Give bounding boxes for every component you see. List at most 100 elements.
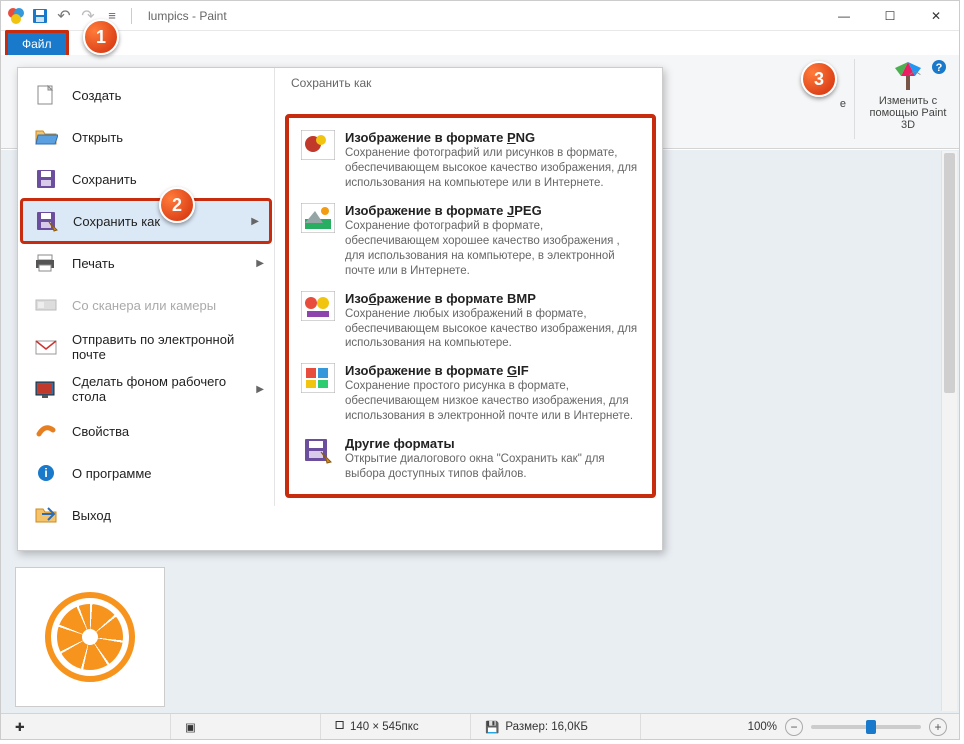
svg-text:?: ? xyxy=(936,62,943,74)
scrollbar-thumb[interactable] xyxy=(944,153,955,393)
submenu-arrow-icon: ▶ xyxy=(251,216,259,227)
filesize-text: Размер: 16,0КБ xyxy=(505,721,588,733)
menu-item-scanner: Со сканера или камеры xyxy=(18,284,274,326)
selection-icon: ▣ xyxy=(185,720,196,734)
collapse-ribbon-icon[interactable]: ︿ xyxy=(909,61,921,78)
menu-item-label: Свойства xyxy=(72,424,129,439)
menu-item-properties[interactable]: Свойства xyxy=(18,410,274,452)
menu-item-open[interactable]: Открыть xyxy=(18,116,274,158)
ribbon-partial-label: е xyxy=(840,98,846,110)
submenu-arrow-icon: ▶ xyxy=(256,384,264,395)
gif-icon xyxy=(301,363,335,393)
annotation-badge-3: 3 xyxy=(801,61,837,97)
menu-item-about[interactable]: i О программе xyxy=(18,452,274,494)
exit-icon xyxy=(32,503,60,527)
menu-item-wallpaper[interactable]: Сделать фоном рабочего стола ▶ xyxy=(18,368,274,410)
file-tab[interactable]: Файл xyxy=(5,30,69,55)
submenu-item-title: Изображение в формате GIF xyxy=(345,363,640,378)
menu-item-save-as[interactable]: Сохранить как ▶ xyxy=(22,200,270,242)
status-cursor-pos: ✚ xyxy=(1,714,171,739)
close-button[interactable]: ✕ xyxy=(913,1,959,31)
menu-item-label: Со сканера или камеры xyxy=(72,298,216,313)
help-icon[interactable]: ? xyxy=(931,59,947,80)
disk-icon: 💾 xyxy=(485,720,499,734)
scanner-icon xyxy=(32,293,60,317)
zoom-value: 100% xyxy=(748,721,777,733)
menu-item-label: Сохранить как xyxy=(73,214,160,229)
file-menu: Создать Открыть Сохранить Сохранить как … xyxy=(17,67,663,551)
submenu-item-jpeg[interactable]: Изображение в формате JPEG Сохранение фо… xyxy=(293,197,648,285)
paint3d-label-2: помощью Paint 3D xyxy=(863,107,953,131)
separator xyxy=(854,59,855,139)
cursor-icon: ✚ xyxy=(15,720,25,734)
zoom-slider[interactable] xyxy=(811,725,921,729)
separator xyxy=(131,8,132,24)
submenu-item-png[interactable]: Изображение в формате PNG Сохранение фот… xyxy=(293,124,648,197)
menu-item-print[interactable]: Печать ▶ xyxy=(18,242,274,284)
status-filesize: 💾 Размер: 16,0КБ xyxy=(471,714,641,739)
submenu-item-title: Изображение в формате JPEG xyxy=(345,203,640,218)
zoom-slider-knob[interactable] xyxy=(866,720,876,734)
wallpaper-icon xyxy=(32,377,60,401)
submenu-item-desc: Сохранение фотографий или рисунков в фор… xyxy=(345,146,640,191)
submenu-item-desc: Сохранение любых изображений в формате, … xyxy=(345,307,640,352)
status-bar: ✚ ▣ 🞐 140 × 545пкс 💾 Размер: 16,0КБ 100%… xyxy=(1,713,959,739)
submenu-title: Сохранить как xyxy=(285,72,656,94)
canvas-document[interactable] xyxy=(15,567,165,707)
paint-window: ↶ ↷ ≡ lumpics - Paint — ☐ ✕ Файл е Измен… xyxy=(0,0,960,740)
zoom-out-button[interactable]: − xyxy=(785,718,803,736)
menu-item-email[interactable]: Отправить по электронной почте xyxy=(18,326,274,368)
save-icon[interactable] xyxy=(31,7,49,25)
title-bar: ↶ ↷ ≡ lumpics - Paint — ☐ ✕ xyxy=(1,1,959,31)
status-selection: ▣ xyxy=(171,714,321,739)
menu-item-exit[interactable]: Выход xyxy=(18,494,274,536)
png-icon xyxy=(301,130,335,160)
menu-item-label: Открыть xyxy=(72,130,123,145)
menu-item-label: Печать xyxy=(72,256,115,271)
submenu-item-gif[interactable]: Изображение в формате GIF Сохранение про… xyxy=(293,357,648,430)
save-as-icon xyxy=(33,209,61,233)
menu-item-label: Сделать фоном рабочего стола xyxy=(72,374,260,404)
open-icon xyxy=(32,125,60,149)
save-icon xyxy=(32,167,60,191)
maximize-button[interactable]: ☐ xyxy=(867,1,913,31)
minimize-button[interactable]: — xyxy=(821,1,867,31)
annotation-badge-2: 2 xyxy=(159,187,195,223)
menu-item-label: Выход xyxy=(72,508,111,523)
other-formats-icon xyxy=(301,436,335,466)
submenu-item-other[interactable]: Другие форматы Открытие диалогового окна… xyxy=(293,430,648,488)
menu-item-label: О программе xyxy=(72,466,152,481)
ribbon-tabs: Файл xyxy=(1,31,959,55)
submenu-item-title: Изображение в формате PNG xyxy=(345,130,640,145)
properties-icon xyxy=(32,419,60,443)
orange-image xyxy=(45,592,135,682)
dimensions-icon: 🞐 xyxy=(335,720,344,733)
bmp-icon xyxy=(301,291,335,321)
status-dimensions: 🞐 140 × 545пкс xyxy=(321,714,471,739)
menu-item-label: Создать xyxy=(72,88,121,103)
jpeg-icon xyxy=(301,203,335,233)
submenu-item-title: Другие форматы xyxy=(345,436,640,451)
menu-item-save[interactable]: Сохранить xyxy=(18,158,274,200)
new-icon xyxy=(32,83,60,107)
zoom-in-button[interactable]: + xyxy=(929,718,947,736)
undo-icon[interactable]: ↶ xyxy=(55,7,73,25)
quick-access-toolbar: ↶ ↷ ≡ lumpics - Paint xyxy=(1,7,227,25)
submenu-item-bmp[interactable]: Изображение в формате BMP Сохранение люб… xyxy=(293,285,648,358)
menu-item-label: Сохранить xyxy=(72,172,137,187)
about-icon: i xyxy=(32,461,60,485)
submenu-arrow-icon: ▶ xyxy=(256,258,264,269)
app-icon xyxy=(7,7,25,25)
window-title: lumpics - Paint xyxy=(148,9,227,23)
submenu-item-desc: Открытие диалогового окна "Сохранить как… xyxy=(345,452,640,482)
ribbon-corner: ︿ ? xyxy=(909,59,947,80)
file-menu-right: Сохранить как Изображение в формате PNG … xyxy=(274,68,662,506)
annotation-badge-1: 1 xyxy=(83,19,119,55)
email-icon xyxy=(32,335,60,359)
window-controls: — ☐ ✕ xyxy=(821,1,959,31)
vertical-scrollbar[interactable] xyxy=(941,151,957,711)
submenu-item-desc: Сохранение фотографий в формате, обеспеч… xyxy=(345,219,640,279)
dimensions-text: 140 × 545пкс xyxy=(350,721,419,733)
menu-item-create[interactable]: Создать xyxy=(18,74,274,116)
submenu-item-title: Изображение в формате BMP xyxy=(345,291,640,306)
